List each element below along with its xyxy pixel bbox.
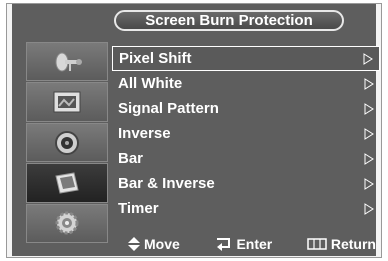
sidebar-item-function[interactable] — [26, 203, 108, 244]
picture-icon — [47, 88, 87, 116]
menu-item-label: Inverse — [118, 125, 171, 142]
menu-item-all-white[interactable]: All White — [112, 71, 380, 96]
sidebar-item-setup[interactable] — [26, 163, 108, 203]
footer-move: Move — [128, 236, 180, 252]
menu-item-label: Timer — [118, 200, 159, 217]
footer-return: Return — [307, 236, 376, 252]
footer-enter: Enter — [214, 236, 272, 252]
category-sidebar — [26, 42, 108, 244]
sidebar-item-picture[interactable] — [26, 82, 108, 122]
menu-title: Screen Burn Protection — [114, 10, 344, 31]
menu-item-bar[interactable]: Bar — [112, 146, 380, 171]
menu-title-text: Screen Burn Protection — [145, 12, 313, 29]
menu-item-timer[interactable]: Timer — [112, 196, 380, 221]
footer-move-label: Move — [144, 236, 180, 252]
menu-item-label: All White — [118, 75, 183, 92]
menu-item-inverse[interactable]: Inverse — [112, 121, 380, 146]
chevron-right-icon — [364, 177, 374, 190]
return-icon — [307, 238, 327, 250]
satellite-dish-icon — [47, 48, 87, 76]
footer-enter-label: Enter — [236, 236, 273, 252]
setup-icon — [47, 169, 87, 197]
button-guide: Move Enter Return — [112, 234, 382, 254]
chevron-right-icon — [364, 152, 374, 165]
chevron-right-icon — [364, 77, 374, 90]
enter-icon — [214, 237, 232, 251]
gear-icon — [47, 209, 87, 237]
menu-item-label: Bar — [118, 150, 144, 167]
chevron-right-icon — [364, 102, 374, 115]
menu-item-label: Pixel Shift — [119, 50, 192, 67]
menu-item-label: Signal Pattern — [118, 100, 219, 117]
menu-item-label: Bar & Inverse — [118, 175, 215, 192]
speaker-icon — [47, 129, 87, 157]
chevron-right-icon — [364, 127, 374, 140]
footer-return-label: Return — [330, 236, 376, 252]
sidebar-item-sound[interactable] — [26, 122, 108, 163]
menu-item-signal-pattern[interactable]: Signal Pattern — [112, 96, 380, 121]
menu-list: Pixel Shift All White Signal Pattern Inv… — [112, 46, 380, 221]
chevron-right-icon — [364, 202, 374, 215]
osd-panel: Screen Burn Protection Pixel Shift All W… — [12, 4, 380, 256]
up-down-arrow-icon — [128, 237, 140, 251]
menu-item-bar-inverse[interactable]: Bar & Inverse — [112, 171, 380, 196]
sidebar-item-input[interactable] — [26, 42, 108, 82]
chevron-right-icon — [363, 52, 373, 65]
menu-item-pixel-shift[interactable]: Pixel Shift — [112, 46, 380, 71]
